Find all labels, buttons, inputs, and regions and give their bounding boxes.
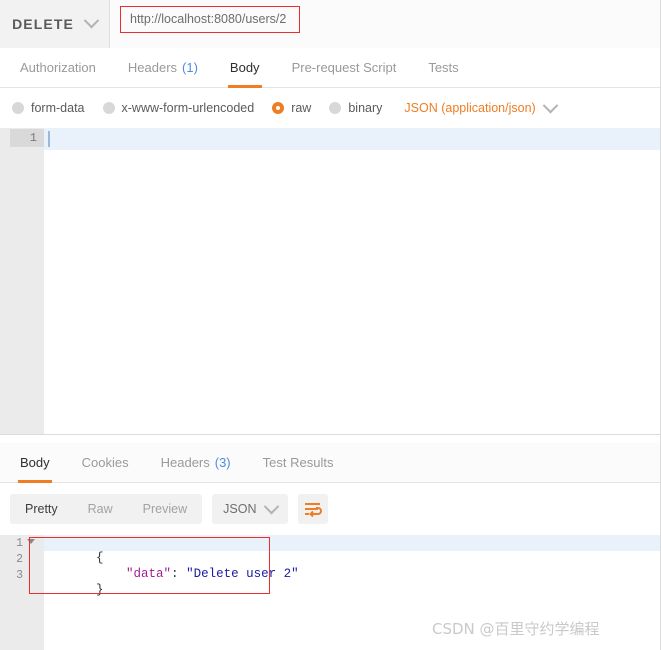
json-colon: : bbox=[171, 567, 187, 581]
response-tab-body-label: Body bbox=[20, 455, 50, 470]
response-tab-headers-label: Headers bbox=[160, 455, 210, 470]
radio-selected-icon bbox=[272, 102, 285, 114]
response-view-pretty-label: Pretty bbox=[25, 502, 58, 516]
request-url-highlight-box: http://localhost:8080/users/2 bbox=[120, 5, 300, 33]
response-tab-cookies[interactable]: Cookies bbox=[66, 443, 145, 482]
response-tab-headers[interactable]: Headers (3) bbox=[145, 443, 247, 482]
response-active-line-highlight bbox=[44, 535, 660, 551]
response-format-select[interactable]: JSON bbox=[212, 494, 289, 524]
tab-headers-count: (1) bbox=[182, 60, 198, 75]
watermark-text: CSDN @百里守约学编程 bbox=[432, 620, 600, 638]
request-tab-bar: Authorization Headers (1) Body Pre-reque… bbox=[0, 48, 660, 88]
response-view-raw[interactable]: Raw bbox=[73, 494, 128, 524]
editor-active-line-highlight bbox=[44, 128, 660, 150]
tab-headers-label: Headers bbox=[127, 60, 178, 75]
body-type-form-data-label: form-data bbox=[31, 101, 85, 115]
tab-tests[interactable]: Tests bbox=[412, 48, 474, 87]
request-url-input[interactable]: http://localhost:8080/users/2 bbox=[130, 12, 286, 26]
tab-pre-request-script-label: Pre-request Script bbox=[291, 60, 397, 75]
fold-triangle-icon[interactable] bbox=[27, 539, 35, 544]
response-line-number: 2 bbox=[16, 553, 23, 566]
chevron-down-icon bbox=[542, 97, 558, 113]
response-tab-cookies-label: Cookies bbox=[81, 455, 129, 470]
http-method-label: DELETE bbox=[12, 15, 74, 32]
content-type-label: JSON (application/json) bbox=[404, 101, 536, 115]
chevron-down-icon bbox=[83, 12, 100, 29]
tab-body[interactable]: Body bbox=[214, 48, 276, 88]
response-view-toolbar: Pretty Raw Preview JSON bbox=[0, 483, 660, 535]
response-format-label: JSON bbox=[223, 502, 257, 516]
response-view-mode-group: Pretty Raw Preview bbox=[10, 494, 203, 524]
body-type-binary-label: binary bbox=[348, 101, 383, 115]
json-close-brace: } bbox=[96, 583, 104, 597]
response-tab-body[interactable]: Body bbox=[4, 443, 66, 483]
editor-text-caret bbox=[48, 131, 50, 147]
editor-line-number: 1 bbox=[9, 129, 44, 147]
response-tab-bar: Body Cookies Headers (3) Test Results bbox=[0, 443, 660, 483]
word-wrap-icon bbox=[304, 502, 322, 517]
request-body-editor[interactable]: 1 bbox=[0, 128, 660, 435]
http-method-select[interactable]: DELETE bbox=[0, 0, 110, 48]
response-tab-test-results[interactable]: Test Results bbox=[247, 443, 350, 482]
radio-icon bbox=[329, 102, 342, 114]
postman-request-response-window: DELETE http://localhost:8080/users/2 Aut… bbox=[0, 0, 661, 650]
request-url-field-wrap: http://localhost:8080/users/2 bbox=[110, 0, 660, 48]
response-view-preview-label: Preview bbox=[142, 502, 188, 516]
response-line-number: 1 bbox=[16, 537, 23, 550]
body-type-raw-label: raw bbox=[291, 101, 312, 115]
request-url-bar: DELETE http://localhost:8080/users/2 bbox=[0, 0, 660, 48]
editor-gutter: 1 bbox=[0, 128, 44, 434]
body-type-row: form-data x-www-form-urlencoded raw bina… bbox=[0, 88, 660, 128]
response-tab-test-results-label: Test Results bbox=[262, 455, 334, 470]
body-type-urlencoded-label: x-www-form-urlencoded bbox=[121, 101, 255, 115]
response-gutter: 1 2 3 bbox=[0, 535, 44, 650]
tab-authorization-label: Authorization bbox=[20, 60, 96, 75]
tab-authorization[interactable]: Authorization bbox=[4, 48, 112, 87]
json-value: "Delete user 2" bbox=[186, 567, 299, 581]
response-code-line-3: } bbox=[51, 569, 104, 611]
response-tab-headers-count: (3) bbox=[214, 455, 231, 470]
body-type-raw[interactable]: raw bbox=[272, 101, 311, 115]
response-view-pretty[interactable]: Pretty bbox=[10, 494, 73, 524]
content-type-select[interactable]: JSON (application/json) bbox=[404, 97, 558, 115]
body-type-binary[interactable]: binary bbox=[329, 101, 382, 115]
word-wrap-toggle-button[interactable] bbox=[298, 494, 329, 524]
radio-icon bbox=[12, 102, 24, 114]
radio-icon bbox=[102, 102, 115, 114]
response-view-preview[interactable]: Preview bbox=[128, 494, 202, 524]
tab-pre-request-script[interactable]: Pre-request Script bbox=[276, 48, 413, 87]
tab-body-label: Body bbox=[229, 60, 260, 75]
response-view-raw-label: Raw bbox=[87, 502, 113, 516]
tab-headers[interactable]: Headers (1) bbox=[112, 48, 214, 87]
tab-tests-label: Tests bbox=[428, 60, 459, 75]
body-type-urlencoded[interactable]: x-www-form-urlencoded bbox=[102, 101, 255, 115]
body-type-form-data[interactable]: form-data bbox=[12, 101, 85, 115]
response-line-number: 3 bbox=[16, 569, 23, 582]
chevron-down-icon bbox=[264, 498, 280, 514]
json-key: "data" bbox=[126, 567, 172, 581]
